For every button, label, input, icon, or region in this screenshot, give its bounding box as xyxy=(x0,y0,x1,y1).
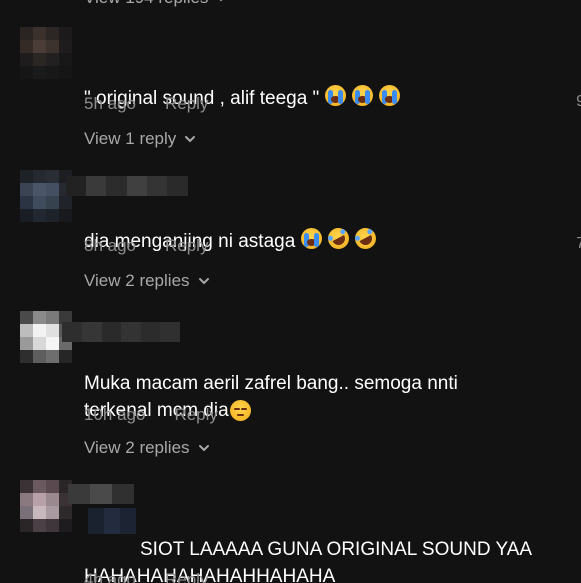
comment-meta: 4h ago Reply xyxy=(84,570,208,583)
like-count: 7 xyxy=(576,235,581,252)
username-blurred[interactable] xyxy=(66,176,188,196)
like-count: 9 xyxy=(576,93,581,110)
chevron-down-icon xyxy=(185,136,196,143)
loudly-crying-face-icon xyxy=(352,85,374,106)
loudly-crying-face-icon xyxy=(379,85,401,106)
reply-button[interactable]: Reply xyxy=(165,570,208,583)
view-replies-label: View 2 replies xyxy=(84,271,190,290)
reply-button[interactable]: Reply xyxy=(174,405,217,425)
view-replies-button[interactable]: View 194 replies xyxy=(84,0,228,8)
comments-panel: View 194 replies " original sound , alif… xyxy=(0,0,581,583)
view-replies-label: View 1 reply xyxy=(84,129,177,148)
comment-timestamp: 4h ago xyxy=(84,570,136,583)
rolling-on-floor-laughing-icon xyxy=(351,224,380,253)
rolling-on-floor-laughing-icon xyxy=(324,224,353,253)
reply-button[interactable]: Reply xyxy=(165,236,208,256)
comment-timestamp: 5h ago xyxy=(84,94,136,113)
avatar[interactable] xyxy=(20,27,72,79)
chevron-down-icon xyxy=(198,278,209,285)
avatar[interactable] xyxy=(20,480,72,532)
view-replies-button[interactable]: View 1 reply xyxy=(84,129,197,149)
chevron-down-icon xyxy=(220,0,223,2)
view-replies-label: View 194 replies xyxy=(84,0,208,8)
loudly-crying-face-icon xyxy=(325,85,347,106)
chevron-down-icon xyxy=(198,445,209,452)
comment-meta: 8h ago Reply xyxy=(84,236,208,256)
comment-meta: 5h ago Reply xyxy=(84,94,208,114)
username-blurred[interactable] xyxy=(68,484,134,504)
username-blurred[interactable] xyxy=(62,322,180,342)
reply-button[interactable]: Reply xyxy=(165,94,208,114)
view-replies-button[interactable]: View 2 replies xyxy=(84,271,211,291)
avatar[interactable] xyxy=(20,170,72,222)
comment-meta: 10h ago Reply xyxy=(84,405,218,425)
comment-timestamp: 8h ago xyxy=(84,236,136,255)
view-replies-label: View 2 replies xyxy=(84,438,190,457)
pensive-face-icon xyxy=(229,400,251,422)
view-replies-button[interactable]: View 2 replies xyxy=(84,438,211,458)
loudly-crying-face-icon xyxy=(301,228,323,249)
comment-timestamp: 10h ago xyxy=(84,405,146,424)
